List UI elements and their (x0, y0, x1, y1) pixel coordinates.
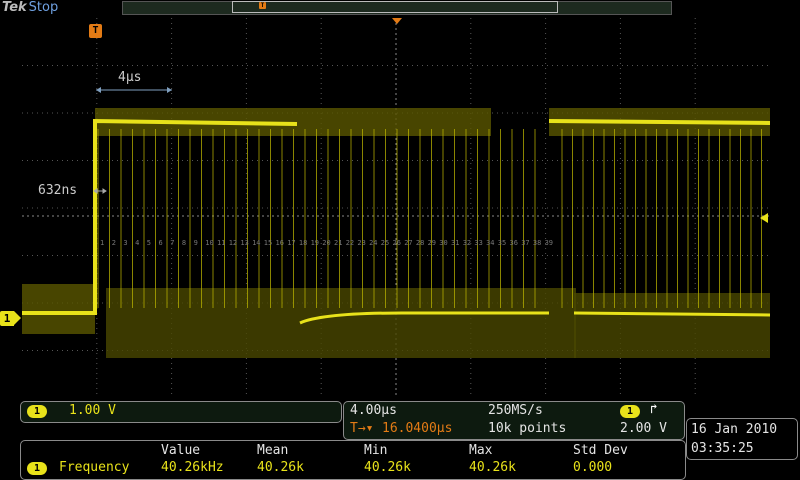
time-display: 03:35:25 (691, 441, 754, 456)
edge-label: 25 (381, 239, 389, 247)
record-length: 10k points (488, 421, 567, 436)
meas-header-max: Max (469, 443, 493, 458)
meas-header-min: Min (364, 443, 388, 458)
edge-label: 9 (194, 239, 198, 247)
edge-label: 24 (369, 239, 377, 247)
edge-label: 11 (217, 239, 225, 247)
waveform-low-band (106, 288, 576, 358)
meas-min: 40.26k (364, 460, 411, 475)
rising-edge-icon: ↱ (650, 402, 658, 417)
edge-label: 33 (474, 239, 482, 247)
edge-label: 4 (135, 239, 139, 247)
channel-readout-panel[interactable]: 1 1.00 V (20, 401, 342, 423)
edge-label: 12 (229, 239, 237, 247)
edge-label: 34 (486, 239, 494, 247)
edge-label: 5 (147, 239, 151, 247)
meas-name: Frequency (59, 460, 130, 475)
record-trigger-icon: T (259, 2, 266, 9)
edge-label: 6 (159, 239, 163, 247)
edge-label: 14 (252, 239, 260, 247)
edge-label: 37 (521, 239, 529, 247)
measurement-panel[interactable]: Value Mean Min Max Std Dev 1 Frequency 4… (20, 440, 686, 480)
edge-label: 10 (205, 239, 213, 247)
edge-label: 35 (498, 239, 506, 247)
edge-label: 29 (428, 239, 436, 247)
acquisition-status: Stop (28, 0, 59, 15)
datetime-panel: 16 Jan 2010 03:35:25 (686, 418, 798, 460)
meas-channel-badge: 1 (27, 462, 47, 475)
time-scale: 4.00μs (350, 403, 397, 418)
brand-status: Tek Stop (2, 0, 58, 16)
cursor-label: 4μs (118, 70, 142, 85)
edge-label: 38 (533, 239, 541, 247)
channel-ground-marker[interactable]: 1 (0, 311, 21, 326)
trigger-level-icon[interactable] (760, 213, 768, 223)
brand-logo: Tek (2, 0, 27, 15)
waveform-low-band (22, 284, 95, 334)
edge-label: 36 (510, 239, 518, 247)
edge-label: 32 (463, 239, 471, 247)
edge-label: 7 (170, 239, 174, 247)
edge-label: 1 (100, 239, 104, 247)
edge-label: 13 (240, 239, 248, 247)
edge-label: 27 (404, 239, 412, 247)
channel-badge: 1 (27, 405, 47, 418)
edge-label: 16 (276, 239, 284, 247)
edge-label: 23 (357, 239, 365, 247)
meas-max: 40.26k (469, 460, 516, 475)
edge-label: 8 (182, 239, 186, 247)
edge-label: 28 (416, 239, 424, 247)
edge-label: 19 (311, 239, 319, 247)
meas-header-mean: Mean (257, 443, 289, 458)
meas-stddev: 0.000 (573, 460, 613, 475)
meas-mean: 40.26k (257, 460, 304, 475)
sample-rate: 250MS/s (488, 403, 543, 418)
edge-label: 2 (112, 239, 116, 247)
edge-label: 26 (393, 239, 401, 247)
edge-label: 18 (299, 239, 307, 247)
edge-label: 31 (451, 239, 459, 247)
edge-label: 17 (287, 239, 295, 247)
meas-header-stddev: Std Dev (573, 443, 628, 458)
edge-label: 30 (439, 239, 447, 247)
timebase-readout-panel[interactable]: 4.00μs 250MS/s 1 ↱ T→▾ 16.0400μs 10k poi… (343, 401, 685, 440)
date-display: 16 Jan 2010 (691, 422, 778, 437)
edge-label: 15 (264, 239, 272, 247)
meas-value: 40.26kHz (161, 460, 224, 475)
trigger-level: 2.00 V (620, 421, 667, 436)
channel-scale: 1.00 V (69, 403, 116, 418)
meas-header-value: Value (161, 443, 201, 458)
trigger-position-icon[interactable] (392, 18, 402, 24)
pulse-width-label: 632ns (38, 183, 78, 198)
trigger-marker-icon[interactable]: T (89, 24, 102, 38)
trigger-source-badge: 1 (620, 405, 640, 418)
horizontal-position: 16.0400μs (382, 421, 453, 436)
edge-label: 22 (346, 239, 354, 247)
record-view-window[interactable] (232, 1, 558, 13)
edge-label: 20 (322, 239, 330, 247)
edge-label: 39 (545, 239, 553, 247)
top-status-bar: Tek Stop T (0, 0, 800, 18)
edge-label: 21 (334, 239, 342, 247)
edge-label: 3 (123, 239, 127, 247)
trigger-position-prefix: T→▾ (350, 421, 374, 436)
